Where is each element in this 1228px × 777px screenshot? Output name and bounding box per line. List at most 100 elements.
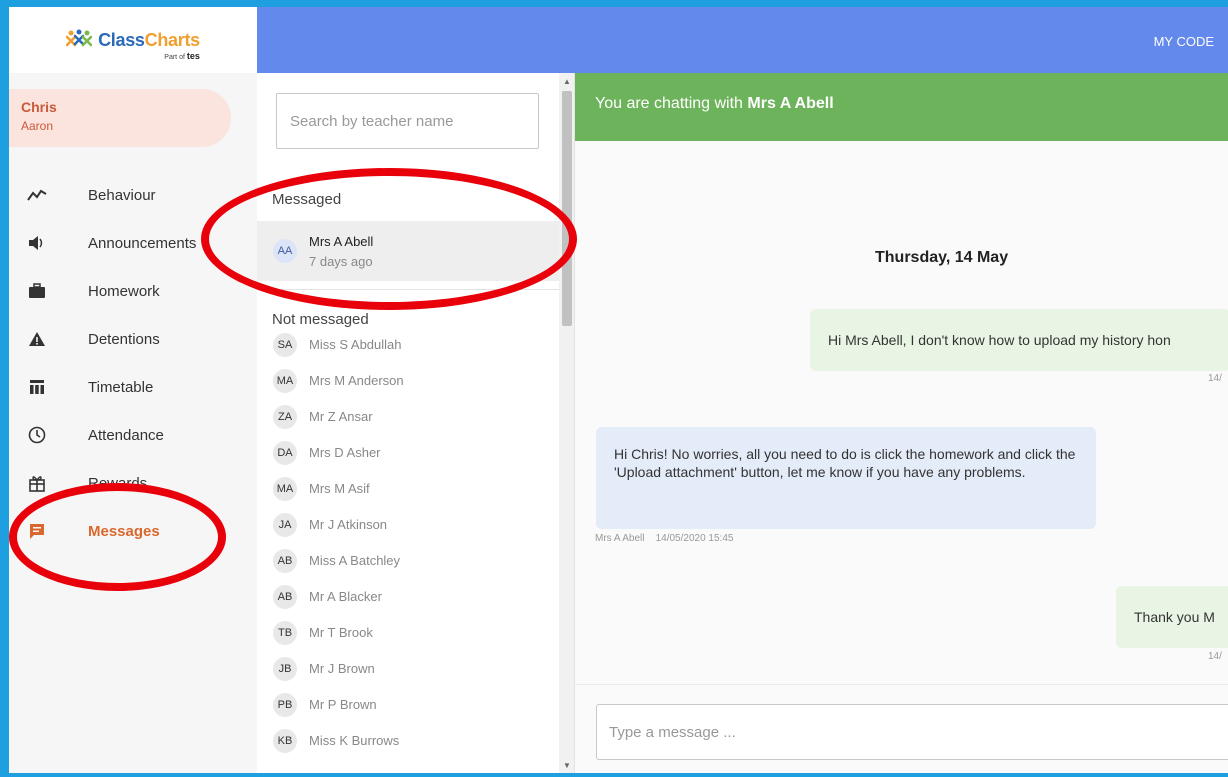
list-item[interactable]: PB Mr P Brown	[257, 687, 559, 723]
chat-date-separator: Thursday, 14 May	[875, 249, 1009, 266]
list-item[interactable]: MA Mrs M Asif	[257, 471, 559, 507]
teacher-name: Mr Z Ansar	[309, 409, 373, 424]
not-messaged-section-title: Not messaged	[272, 311, 369, 328]
sidebar-item-label: Announcements	[88, 234, 197, 252]
sidebar: Chris Aaron Behaviour Announcements Home…	[9, 73, 257, 773]
user-last-name: Aaron	[21, 119, 54, 133]
avatar: AB	[273, 549, 297, 573]
logo-tes: tes	[186, 51, 200, 61]
sidebar-item-attendance[interactable]: Attendance	[9, 411, 257, 459]
chat-header-prefix: You are chatting with	[595, 95, 743, 112]
gift-icon	[27, 473, 47, 493]
top-bar: MY CODE	[257, 7, 1228, 73]
logo-word-charts: Charts	[144, 29, 201, 50]
avatar: JB	[273, 657, 297, 681]
teacher-name: Mr T Brook	[309, 625, 373, 640]
avatar: KB	[273, 729, 297, 753]
sidebar-item-label: Detentions	[88, 330, 160, 348]
message-meta: Mrs A Abell 14/05/2020 15:45	[595, 533, 733, 544]
message-bubble-sent: Hi Mrs Abell, I don't know how to upload…	[810, 309, 1228, 371]
teacher-name: Mrs A Abell	[309, 234, 374, 249]
not-messaged-list: SA Miss S Abdullah MA Mrs M Anderson ZA Mr …	[257, 327, 559, 759]
clock-icon	[27, 425, 47, 445]
teacher-name: Miss K Burrows	[309, 733, 400, 748]
briefcase-icon	[27, 281, 47, 301]
list-item[interactable]: JA Mr J Atkinson	[257, 507, 559, 543]
teacher-name: Mrs M Asif	[309, 481, 370, 496]
classcharts-logo[interactable]: ClassCharts Part of tes	[66, 29, 200, 61]
sidebar-item-label: Rewards	[88, 474, 148, 492]
teacher-name: Mr A Blacker	[309, 589, 382, 604]
sidebar-item-announcements[interactable]: Announcements	[9, 219, 257, 267]
logo-wordmark: ClassCharts	[98, 30, 200, 51]
section-divider	[257, 289, 559, 290]
chat-panel: You are chatting with Mrs A Abell Thursd…	[575, 73, 1228, 773]
logo-word-class: Class	[98, 29, 145, 50]
list-item[interactable]: AB Miss A Batchley	[257, 543, 559, 579]
list-item[interactable]: JB Mr J Brown	[257, 651, 559, 687]
teacher-name: Miss A Batchley	[309, 553, 401, 568]
avatar: MA	[273, 369, 297, 393]
avatar: AB	[273, 585, 297, 609]
app-window: ClassCharts Part of tes MY CODE Chris Aa…	[9, 7, 1228, 773]
sidebar-item-homework[interactable]: Homework	[9, 267, 257, 315]
list-item[interactable]: TB Mr T Brook	[257, 615, 559, 651]
message-timestamp: 14/	[1208, 373, 1222, 384]
teacher-search-input[interactable]	[276, 93, 539, 149]
message-input[interactable]	[596, 704, 1228, 760]
sidebar-item-rewards[interactable]: Rewards	[9, 459, 257, 507]
sidebar-item-behaviour[interactable]: Behaviour	[9, 171, 257, 219]
sidebar-item-label: Homework	[88, 282, 160, 300]
teacher-name: Mr J Brown	[309, 661, 375, 676]
scrollbar-thumb[interactable]	[562, 91, 572, 326]
avatar: ZA	[273, 405, 297, 429]
sidebar-item-label: Attendance	[88, 426, 164, 444]
chat-header: You are chatting with Mrs A Abell	[575, 73, 1228, 141]
message-composer	[575, 684, 1228, 773]
sidebar-item-label: Messages	[88, 522, 160, 540]
my-code-link[interactable]: MY CODE	[1154, 34, 1214, 49]
message-sender: Mrs A Abell	[595, 533, 645, 544]
sidebar-item-detentions[interactable]: Detentions	[9, 315, 257, 363]
user-first-name: Chris	[21, 99, 57, 115]
teacher-name: Mr J Atkinson	[309, 517, 388, 532]
list-item[interactable]: AB Mr A Blacker	[257, 579, 559, 615]
list-item[interactable]: MA Mrs M Anderson	[257, 363, 559, 399]
list-item[interactable]: DA Mrs D Asher	[257, 435, 559, 471]
user-card[interactable]: Chris Aaron	[9, 89, 231, 147]
avatar: JA	[273, 513, 297, 537]
list-scrollbar[interactable]: ▲ ▼	[559, 73, 574, 773]
scroll-up-arrow-icon[interactable]: ▲	[559, 73, 574, 89]
warning-triangle-icon	[27, 329, 47, 349]
avatar: AA	[273, 239, 297, 263]
avatar: PB	[273, 693, 297, 717]
logo-area: ClassCharts Part of tes	[9, 7, 257, 73]
chat-partner-name: Mrs A Abell	[747, 95, 834, 112]
message-timestamp: 14/	[1208, 651, 1222, 662]
speaker-icon	[27, 233, 47, 253]
logo-tagline: Part of tes	[164, 51, 200, 61]
teacher-name: Mrs M Anderson	[309, 373, 404, 388]
sidebar-item-messages[interactable]: Messages	[9, 507, 257, 555]
scroll-down-arrow-icon[interactable]: ▼	[559, 757, 574, 773]
chat-icon	[27, 521, 47, 541]
message-bubble-received: Hi Chris! No worries, all you need to do…	[596, 427, 1096, 529]
avatar: DA	[273, 441, 297, 465]
list-item[interactable]: ZA Mr Z Ansar	[257, 399, 559, 435]
avatar: MA	[273, 477, 297, 501]
teacher-name: Mrs D Asher	[309, 445, 381, 460]
message-timestamp: 14/05/2020 15:45	[655, 533, 734, 544]
list-item[interactable]: KB Miss K Burrows	[257, 723, 559, 759]
teacher-name: Mr P Brown	[309, 697, 377, 712]
messaged-section-title: Messaged	[272, 191, 342, 208]
avatar: TB	[273, 621, 297, 645]
last-message-time: 7 days ago	[309, 254, 373, 269]
teacher-name: Miss S Abdullah	[309, 337, 402, 352]
sidebar-item-timetable[interactable]: Timetable	[9, 363, 257, 411]
logo-figures-icon	[66, 29, 93, 47]
teacher-list-panel: Messaged AA Mrs A Abell 7 days ago Not m…	[257, 73, 575, 773]
avatar: SA	[273, 333, 297, 357]
list-item[interactable]: SA Miss S Abdullah	[257, 327, 559, 363]
teacher-row-mrs-a-abell[interactable]: AA Mrs A Abell 7 days ago	[257, 221, 559, 281]
table-icon	[27, 377, 47, 397]
